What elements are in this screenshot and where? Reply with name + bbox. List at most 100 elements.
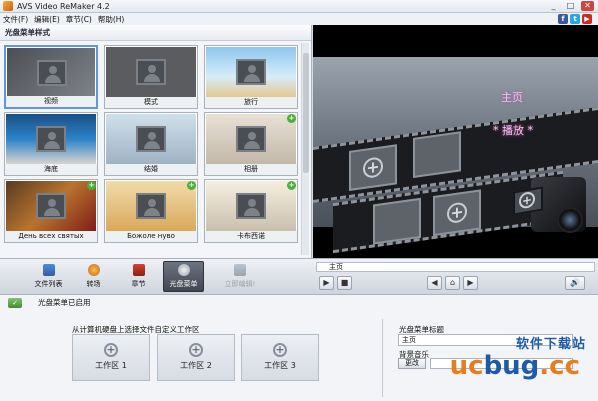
twitter-icon[interactable]: t [570, 14, 580, 24]
add-icon: + [189, 343, 203, 357]
file-list-button[interactable]: 文件列表 [28, 261, 69, 292]
watermark-logo: ucbug.cc [450, 351, 580, 381]
add-badge-icon: + [87, 181, 96, 190]
transition-button[interactable]: 转场 [73, 261, 114, 292]
app-icon [3, 1, 13, 11]
chapter-label: 章节 [131, 280, 146, 288]
style-item-wedding[interactable]: 结婚 [104, 112, 198, 176]
disc-menu-icon [177, 264, 190, 276]
video-style-image [7, 48, 95, 98]
transition-label: 转场 [86, 280, 101, 288]
previous-button[interactable]: ◀ [427, 276, 442, 290]
disc-menu-settings: ✓ 光盘菜单已启用 从计算机硬盘上选择文件自定义工作区 + 工作区 1 + 工作… [0, 294, 598, 401]
film-frame: + [349, 144, 397, 191]
window-controls: _ □ ✕ [547, 1, 594, 11]
close-button[interactable]: ✕ [581, 1, 594, 11]
disc-menu-button[interactable]: 光盘菜单 [163, 261, 204, 292]
album-style-image [206, 114, 296, 164]
style-label: 旅行 [205, 97, 297, 108]
preview-menu-play[interactable]: * 播放 * [493, 122, 533, 138]
add-badge-icon: + [287, 181, 296, 190]
style-label: 卡布西诺 [205, 231, 297, 242]
style-label: 相册 [205, 164, 297, 175]
edit-now-button[interactable]: 立即编辑! [208, 261, 272, 292]
placeholder-person-icon [37, 60, 67, 86]
style-item-sea[interactable]: 海底 [4, 112, 98, 176]
check-icon[interactable]: ✓ [8, 298, 22, 308]
workspace-3[interactable]: + 工作区 3 [241, 334, 319, 381]
workspace-label: 工作区 3 [264, 361, 296, 370]
menu-preview: + + + 主页 * 播放 * [313, 25, 598, 258]
chapter-icon [132, 264, 145, 276]
camcorder-image: + [513, 167, 591, 245]
play-button[interactable]: ▶ [319, 276, 334, 290]
menu-help[interactable]: 帮助(H) [95, 14, 128, 25]
add-icon: + [273, 343, 287, 357]
film-frame [373, 197, 421, 245]
window-title: AVS Video ReMaker 4.2 [17, 1, 110, 11]
placeholder-person-icon [236, 59, 266, 85]
maximize-button[interactable]: □ [564, 1, 577, 11]
social-links: f t ▶ [558, 14, 592, 24]
stop-button[interactable]: ■ [337, 276, 352, 290]
add-media-icon: + [519, 190, 535, 210]
style-item-travel[interactable]: 旅行 [204, 45, 298, 109]
home-icon[interactable]: ⌂ [445, 276, 460, 290]
facebook-icon[interactable]: f [558, 14, 568, 24]
transition-icon [87, 264, 100, 276]
volume-icon[interactable]: 🔊 [565, 276, 585, 290]
card-style-image [206, 181, 296, 231]
workspace-label: 工作区 1 [95, 361, 127, 370]
placeholder-person-icon [136, 126, 166, 152]
add-media-icon: + [363, 156, 383, 180]
style-grid: 视频 模式 旅行 海底 结婚 + 相册 + День всех святых +… [4, 45, 298, 243]
style-label: 结婚 [105, 164, 197, 175]
travel-style-image [206, 47, 296, 97]
workspace-2[interactable]: + 工作区 2 [157, 334, 235, 381]
file-list-label: 文件列表 [34, 280, 63, 288]
style-item-template[interactable]: 模式 [104, 45, 198, 109]
panel-title: 光盘菜单样式 [0, 25, 311, 41]
placeholder-person-icon [36, 193, 66, 219]
film-frame [413, 131, 461, 178]
title-bar: AVS Video ReMaker 4.2 _ □ ✕ [0, 0, 598, 13]
youtube-icon[interactable]: ▶ [582, 14, 592, 24]
style-item-cappuccino[interactable]: + 卡布西诺 [204, 179, 298, 243]
preview-background: + + + [313, 57, 598, 254]
style-item-album[interactable]: + 相册 [204, 112, 298, 176]
next-button[interactable]: ▶ [463, 276, 478, 290]
style-item-video[interactable]: 视频 [4, 45, 98, 109]
styles-scrollbar[interactable] [301, 43, 309, 255]
placeholder-person-icon [236, 126, 266, 152]
style-item-bojole[interactable]: + Божоле нуво [104, 179, 198, 243]
placeholder-person-icon [136, 59, 166, 85]
preview-menu-home[interactable]: 主页 [501, 89, 523, 105]
menu-bar: 文件(F) 编辑(E) 章节(C) 帮助(H) f t ▶ [0, 13, 598, 25]
style-item-holiday[interactable]: + День всех святых [4, 179, 98, 243]
add-badge-icon: + [287, 114, 296, 123]
timeline-bar[interactable]: 主页 [316, 262, 595, 272]
edit-now-icon [234, 264, 246, 276]
scrollbar-thumb[interactable] [303, 53, 309, 173]
add-media-icon: + [447, 201, 467, 225]
menu-edit[interactable]: 编辑(E) [31, 14, 63, 25]
playback-panel: 主页 ▶ ■ ◀ ⌂ ▶ 🔊 [313, 258, 598, 294]
wedding-style-image [106, 114, 196, 164]
workspace-label: 工作区 2 [180, 361, 212, 370]
settings-header: ✓ 光盘菜单已启用 [0, 295, 598, 311]
add-badge-icon: + [187, 181, 196, 190]
placeholder-person-icon [136, 193, 166, 219]
style-label: День всех святых [5, 231, 97, 242]
file-list-icon [42, 264, 55, 276]
menu-chapter[interactable]: 章节(C) [63, 14, 95, 25]
menu-file[interactable]: 文件(F) [0, 14, 31, 25]
sea-style-image [6, 114, 96, 164]
style-label: 海底 [5, 164, 97, 175]
divider [382, 319, 383, 397]
edit-now-label: 立即编辑! [224, 280, 256, 288]
minimize-button[interactable]: _ [547, 1, 560, 11]
chapter-button[interactable]: 章节 [118, 261, 159, 292]
main-toolbar: 文件列表 转场 章节 光盘菜单 立即编辑! [0, 258, 313, 294]
style-label: 视频 [6, 96, 96, 107]
workspace-1[interactable]: + 工作区 1 [72, 334, 150, 381]
